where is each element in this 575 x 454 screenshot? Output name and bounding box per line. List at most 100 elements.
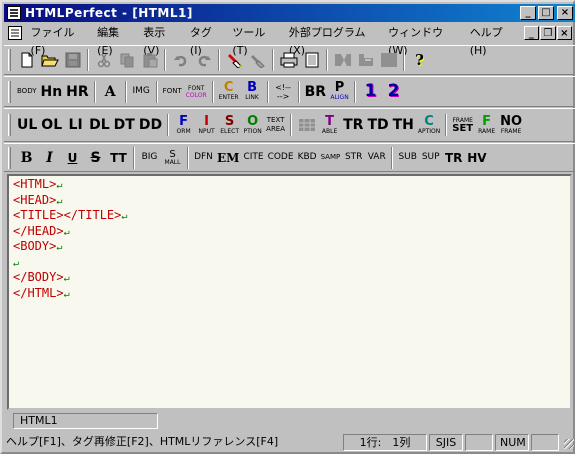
table-tag-button[interactable]: T ABLE: [318, 113, 341, 137]
code-tag-button[interactable]: CODE: [266, 146, 296, 170]
tr-tag-button[interactable]: TR: [341, 113, 365, 137]
fontcolor-bottom: COLOR: [185, 91, 207, 99]
ul-tag-button[interactable]: UL: [15, 113, 39, 137]
block-icon[interactable]: [377, 48, 400, 72]
em-tag-button[interactable]: EM: [215, 146, 241, 170]
italic-tag-button[interactable]: I: [38, 146, 61, 170]
minimize-button[interactable]: _: [520, 6, 536, 20]
center-bottom: ENTER: [218, 94, 239, 101]
toolbar-separator: [354, 80, 357, 103]
ol-number-2-button[interactable]: 2: [382, 80, 405, 104]
copy-icon[interactable]: [115, 48, 138, 72]
bold-tag-button[interactable]: B: [15, 146, 38, 170]
th-tag-button[interactable]: TH: [391, 113, 416, 137]
save-icon[interactable]: [61, 48, 84, 72]
strike-tag-button[interactable]: S: [84, 146, 107, 170]
doc-restore-button[interactable]: ❐: [540, 26, 556, 40]
sub-tag-button[interactable]: SUB: [396, 146, 419, 170]
menu-help[interactable]: ヘルプ(H): [465, 24, 523, 57]
menu-tag[interactable]: タグ(I): [185, 24, 228, 57]
noframe-tag-button[interactable]: NO FRAME: [498, 113, 524, 137]
hn-tag-button[interactable]: Hn: [38, 80, 64, 104]
hv-tag-button[interactable]: HV: [465, 146, 488, 170]
help-icon[interactable]: ?: [408, 48, 431, 72]
doc-minimize-button[interactable]: _: [523, 26, 540, 40]
toolbar-grip[interactable]: [8, 146, 11, 169]
textarea-tag-button[interactable]: TEXT AREA: [264, 113, 287, 137]
tag-ie-icon[interactable]: [354, 48, 377, 72]
body-tag-button[interactable]: BODY: [15, 80, 38, 104]
caption-tag-button[interactable]: C APTION: [416, 113, 442, 137]
new-icon[interactable]: [15, 48, 38, 72]
font-tag-button[interactable]: FONT: [161, 80, 184, 104]
tr-inline-tag-button[interactable]: TR: [442, 146, 465, 170]
option-tag-button[interactable]: O PTION: [241, 113, 264, 137]
samp-tag-button[interactable]: SAMP: [319, 146, 343, 170]
tag-ns-icon[interactable]: [331, 48, 354, 72]
menu-window[interactable]: ウィンドウ(W): [383, 24, 465, 57]
document-icon[interactable]: [8, 26, 22, 40]
highlight-icon[interactable]: [223, 48, 246, 72]
paste-icon[interactable]: [138, 48, 161, 72]
frame-tag-button[interactable]: F RAME: [475, 113, 498, 137]
undo-icon[interactable]: [169, 48, 192, 72]
cut-icon[interactable]: [92, 48, 115, 72]
frameset-tag-button[interactable]: FRAME SET: [450, 113, 475, 137]
form-tag-button[interactable]: F ORM: [172, 113, 195, 137]
menu-edit[interactable]: 編集(E): [92, 24, 138, 57]
print-icon[interactable]: [277, 48, 300, 72]
doc-close-button[interactable]: ×: [556, 26, 572, 40]
str-tag-button[interactable]: STR: [342, 146, 365, 170]
li-tag-button[interactable]: LI: [64, 113, 87, 137]
hr-tag-button[interactable]: HR: [64, 80, 91, 104]
comment-tag-button[interactable]: <!-- -->: [272, 80, 295, 104]
fontcolor-tag-button[interactable]: FONT COLOR: [184, 80, 209, 104]
dl-tag-button[interactable]: DL: [87, 113, 112, 137]
ol-number-1-button[interactable]: 1: [359, 80, 382, 104]
dfn-tag-button[interactable]: DFN: [192, 146, 215, 170]
menu-external[interactable]: 外部プログラム(X): [284, 24, 383, 57]
kbd-tag-button[interactable]: KBD: [296, 146, 319, 170]
img-tag-button[interactable]: IMG: [130, 80, 153, 104]
editor-line: <HEAD>↵: [13, 193, 566, 209]
fontcolor-top: FONT: [188, 84, 205, 92]
redo-icon[interactable]: [192, 48, 215, 72]
open-icon[interactable]: [38, 48, 61, 72]
palign-tag-button[interactable]: P ALIGN: [328, 80, 351, 104]
blink-tag-button[interactable]: B LINK: [241, 80, 264, 104]
underline-tag-button[interactable]: U: [61, 146, 84, 170]
dd-tag-button[interactable]: DD: [137, 113, 164, 137]
small-tag-button[interactable]: S MALL: [161, 146, 184, 170]
maximize-button[interactable]: □: [538, 6, 554, 20]
toolbar-separator: [272, 49, 274, 71]
toolbar-grip[interactable]: [8, 49, 11, 71]
resize-grip-icon[interactable]: [561, 436, 575, 450]
td-tag-button[interactable]: TD: [365, 113, 390, 137]
toolbar-grip[interactable]: [8, 80, 11, 103]
code-editor[interactable]: <HTML>↵ <HEAD>↵ <TITLE></TITLE>↵ </HEAD>…: [7, 174, 572, 410]
preview-icon[interactable]: [300, 48, 323, 72]
br-tag-button[interactable]: BR: [303, 80, 328, 104]
eraser-icon[interactable]: [246, 48, 269, 72]
select-tag-button[interactable]: S ELECT: [218, 113, 241, 137]
cite-tag-button[interactable]: CITE: [241, 146, 265, 170]
a-tag-button[interactable]: A: [99, 80, 122, 104]
tt-tag-button[interactable]: TT: [107, 146, 130, 170]
input-tag-button[interactable]: I NPUT: [195, 113, 218, 137]
toolbar-grip[interactable]: [8, 114, 11, 136]
var-tag-button[interactable]: VAR: [365, 146, 388, 170]
status-encoding: SJIS: [429, 434, 463, 451]
close-button[interactable]: ×: [557, 6, 573, 20]
sup-tag-button[interactable]: SUP: [419, 146, 442, 170]
title-bar[interactable]: HTMLPerfect - [HTML1] _ □ ×: [4, 4, 575, 22]
ol-tag-button[interactable]: OL: [39, 113, 64, 137]
big-tag-button[interactable]: BIG: [138, 146, 161, 170]
tab-html1[interactable]: HTML1: [13, 413, 158, 429]
menu-view[interactable]: 表示(V): [138, 24, 185, 57]
dt-tag-button[interactable]: DT: [112, 113, 137, 137]
menu-tools[interactable]: ツール(T): [227, 24, 283, 57]
center-tag-button[interactable]: C ENTER: [217, 80, 241, 104]
table-grid-icon[interactable]: [295, 113, 318, 137]
app-icon[interactable]: [7, 6, 21, 20]
menu-file[interactable]: ファイル(F): [26, 24, 93, 57]
